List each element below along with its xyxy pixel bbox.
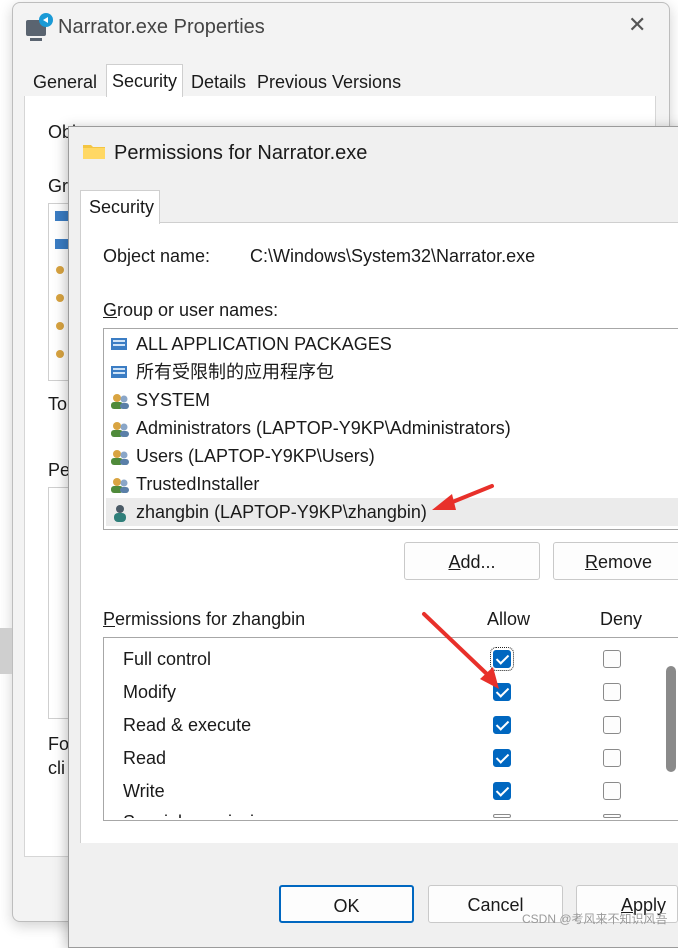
app-packages-icon xyxy=(111,366,127,378)
group-names-label: Group or user names: xyxy=(103,300,279,320)
dialog-title: Permissions for Narrator.exe xyxy=(114,142,368,164)
deny-checkbox[interactable] xyxy=(603,716,621,734)
tab-security[interactable]: Security xyxy=(106,64,184,97)
users-group-icon xyxy=(111,478,129,493)
tab-security-dialog[interactable]: Security xyxy=(80,190,160,224)
object-name-label: Object name: xyxy=(103,246,211,266)
ok-button[interactable]: OK xyxy=(279,885,414,923)
for-special-fragment: Fo xyxy=(48,734,70,754)
group-name: Users (LAPTOP-Y9KP\Users) xyxy=(136,446,375,466)
list-item-selected[interactable]: zhangbin (LAPTOP-Y9KP\zhangbin) xyxy=(106,498,678,526)
group-name: TrustedInstaller xyxy=(136,474,260,494)
deny-checkbox[interactable] xyxy=(603,683,621,701)
object-name-value: C:\Windows\System32\Narrator.exe xyxy=(250,246,536,266)
permission-row: Modify xyxy=(123,682,177,702)
group-name: Administrators (LAPTOP-Y9KP\Administrato… xyxy=(136,418,511,438)
permissions-for-label: Permissions for zhangbin xyxy=(103,609,306,629)
tab-general[interactable]: General xyxy=(28,68,102,96)
app-packages-icon xyxy=(111,338,127,350)
deny-checkbox[interactable] xyxy=(603,749,621,767)
to-change-fragment: To xyxy=(48,394,68,414)
scrollbar-stub[interactable] xyxy=(0,628,12,674)
tab-previous-versions[interactable]: Previous Versions xyxy=(252,68,406,96)
allow-checkbox[interactable] xyxy=(493,782,511,800)
user-icon xyxy=(114,505,126,522)
deny-header: Deny xyxy=(600,609,643,629)
group-name: zhangbin (LAPTOP-Y9KP\zhangbin) xyxy=(136,502,427,522)
permission-row: Full control xyxy=(123,649,212,669)
deny-checkbox[interactable] xyxy=(603,814,621,818)
permission-row: Write xyxy=(123,781,165,801)
permission-row: Special permissions xyxy=(123,808,283,818)
allow-checkbox[interactable] xyxy=(490,647,514,671)
allow-checkbox[interactable] xyxy=(493,749,511,767)
allow-header: Allow xyxy=(487,609,531,629)
remove-button[interactable]: Remove xyxy=(553,542,678,580)
properties-window-title: Narrator.exe Properties xyxy=(58,16,265,38)
folder-icon xyxy=(83,145,105,159)
permission-row: Read xyxy=(123,748,167,768)
permissions-label-fragment: Pe xyxy=(48,460,71,480)
group-name: SYSTEM xyxy=(136,390,211,410)
permission-row: Read & execute xyxy=(123,715,252,735)
narrator-app-icon xyxy=(26,13,53,41)
group-label-fragment: Gr xyxy=(48,176,68,196)
tab-details[interactable]: Details xyxy=(186,68,251,96)
deny-checkbox[interactable] xyxy=(603,650,621,668)
group-name: ALL APPLICATION PACKAGES xyxy=(136,334,392,354)
list-item[interactable]: Users (LAPTOP-Y9KP\Users) xyxy=(106,442,678,470)
deny-checkbox[interactable] xyxy=(603,782,621,800)
list-item[interactable]: SYSTEM xyxy=(106,386,678,414)
permissions-scrollbar[interactable] xyxy=(666,666,676,772)
list-item[interactable]: Administrators (LAPTOP-Y9KP\Administrato… xyxy=(106,414,678,442)
allow-checkbox[interactable] xyxy=(493,814,511,818)
allow-checkbox[interactable] xyxy=(493,716,511,734)
list-item[interactable]: ALL APPLICATION PACKAGES xyxy=(106,330,678,358)
add-button[interactable]: Add... xyxy=(404,542,540,580)
users-group-icon xyxy=(111,422,129,437)
close-icon[interactable]: ✕ xyxy=(628,12,646,38)
list-item[interactable]: 所有受限制的应用程序包 xyxy=(106,358,678,386)
users-group-icon xyxy=(111,394,129,409)
list-item[interactable]: TrustedInstaller xyxy=(106,470,678,498)
group-name: 所有受限制的应用程序包 xyxy=(136,362,334,382)
users-group-icon xyxy=(111,450,129,465)
allow-checkbox[interactable] xyxy=(493,683,511,701)
click-advanced-fragment: cli xyxy=(48,758,65,778)
watermark: CSDN @考风来不知识风吾 xyxy=(522,912,668,926)
